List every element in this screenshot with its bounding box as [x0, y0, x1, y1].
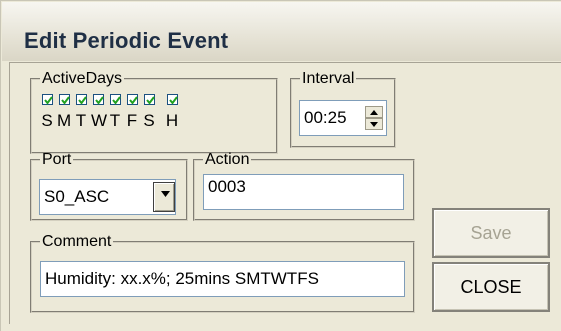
- day-checkbox-6[interactable]: [144, 94, 155, 105]
- comment-legend: Comment: [42, 233, 112, 250]
- port-group: Port S0_ASC: [30, 151, 188, 221]
- dialog-client-area: ActiveDays SMTWTFSH Interval 00:25 Port …: [9, 62, 561, 324]
- day-label-2: T: [75, 111, 87, 130]
- arrow-up-icon: [370, 110, 378, 115]
- day-label-6: S: [143, 111, 155, 130]
- interval-value: 00:25: [304, 108, 347, 127]
- arrow-down-icon: [370, 122, 378, 127]
- edit-periodic-event-window: Edit Periodic Event ActiveDays SMTWTFSH …: [0, 0, 561, 331]
- comment-group: Comment Humidity: xx.x%; 25mins SMTWTFS: [30, 233, 415, 313]
- day-checkbox-4[interactable]: [110, 94, 121, 105]
- port-legend: Port: [42, 151, 72, 168]
- port-selected-value: S0_ASC: [44, 187, 110, 206]
- port-dropdown-button[interactable]: [153, 182, 175, 212]
- day-checkbox-7[interactable]: [167, 94, 178, 105]
- comment-value: Humidity: xx.x%; 25mins SMTWTFS: [45, 269, 319, 288]
- action-value: 0003: [208, 177, 246, 196]
- checkmark-icon: [78, 96, 87, 105]
- active-days-legend: ActiveDays: [42, 70, 123, 87]
- day-checkbox-1[interactable]: [59, 94, 70, 105]
- day-checkbox-2[interactable]: [76, 94, 87, 105]
- comment-input[interactable]: Humidity: xx.x%; 25mins SMTWTFS: [40, 261, 405, 297]
- interval-spinner[interactable]: [365, 106, 383, 130]
- title-bar[interactable]: Edit Periodic Event: [2, 2, 561, 61]
- chevron-down-icon: [161, 191, 170, 197]
- spin-up-button[interactable]: [365, 106, 383, 118]
- day-label-4: T: [109, 111, 121, 130]
- checkmark-icon: [169, 96, 178, 105]
- action-legend: Action: [205, 151, 250, 168]
- checkmark-icon: [112, 96, 121, 105]
- checkmark-icon: [129, 96, 138, 105]
- checkmark-icon: [61, 96, 70, 105]
- window-title: Edit Periodic Event: [24, 28, 229, 53]
- day-label-7: H: [165, 111, 179, 130]
- save-button[interactable]: Save: [432, 208, 550, 258]
- action-group: Action 0003: [193, 151, 415, 221]
- checkmark-icon: [146, 96, 155, 105]
- interval-legend: Interval: [302, 70, 355, 87]
- day-label-0: S: [41, 111, 53, 130]
- day-checkbox-3[interactable]: [93, 94, 104, 105]
- day-label-5: F: [126, 111, 138, 130]
- checkmark-icon: [95, 96, 104, 105]
- active-days-group: ActiveDays SMTWTFSH: [30, 70, 278, 154]
- spin-down-button[interactable]: [365, 118, 383, 130]
- close-button[interactable]: CLOSE: [432, 262, 550, 312]
- day-checkbox-0[interactable]: [42, 94, 53, 105]
- action-input[interactable]: 0003: [203, 174, 404, 210]
- checkmark-icon: [44, 96, 53, 105]
- interval-group: Interval 00:25: [290, 70, 396, 148]
- day-label-1: M: [57, 111, 72, 130]
- day-label-3: W: [91, 111, 108, 130]
- day-checkbox-5[interactable]: [127, 94, 138, 105]
